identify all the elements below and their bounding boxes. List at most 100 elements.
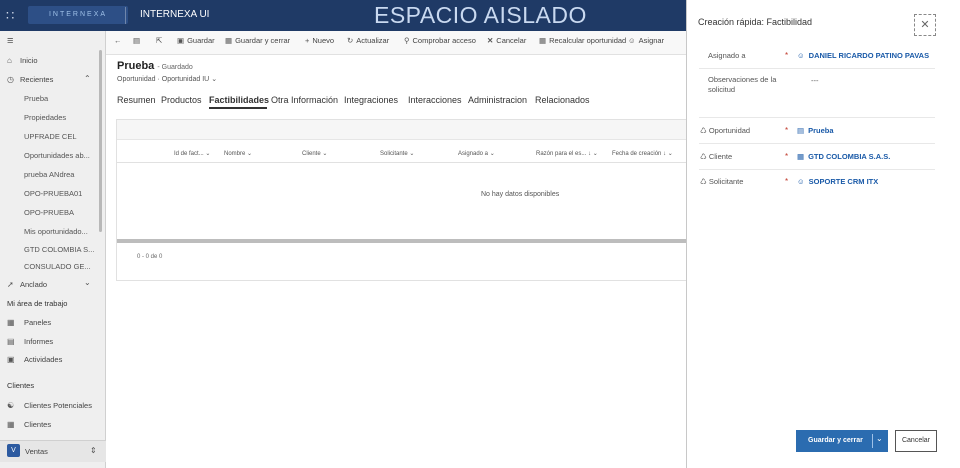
check-access-button[interactable]: ⚲ Comprobar acceso <box>404 36 476 45</box>
user-icon: ☺ <box>628 36 636 45</box>
form-selector[interactable]: Oportunidad IU <box>162 76 209 83</box>
lock-icon: ♺ <box>700 152 707 161</box>
assign-button[interactable]: ☺ Asignar <box>628 36 664 45</box>
plus-icon: + <box>305 36 310 45</box>
chevron-down-icon[interactable]: ⌄ <box>211 76 217 83</box>
save-icon: ▣ <box>177 36 185 45</box>
grid-horizontal-scrollbar[interactable] <box>117 239 687 243</box>
record-set-icon[interactable]: ▤ <box>133 36 140 45</box>
nav-home[interactable]: Inicio <box>20 56 38 65</box>
close-icon[interactable]: ✕ <box>914 14 936 36</box>
refresh-button[interactable]: ↻ Actualizar <box>347 36 389 45</box>
field-divider <box>699 68 935 69</box>
new-button[interactable]: + Nuevo <box>305 36 334 45</box>
activities-icon: ▣ <box>7 355 15 364</box>
recent-item[interactable]: UPFRADE CEL <box>24 132 77 141</box>
client-lookup[interactable]: ▦ GTD COLOMBIA S.A.S. <box>797 152 890 161</box>
nav-scrollbar[interactable] <box>99 50 102 232</box>
search-icon: ⚲ <box>404 36 410 45</box>
split-button-divider <box>872 434 873 448</box>
column-header[interactable]: Razón para el es... ↓ ⌄ <box>536 150 598 157</box>
tab-productos[interactable]: Productos <box>161 95 202 105</box>
observations-field[interactable]: --- <box>811 76 819 85</box>
pin-icon: ➚ <box>7 280 14 289</box>
save-close-icon: ▦ <box>225 36 233 45</box>
recent-item[interactable]: Mis oportunidado... <box>24 227 88 236</box>
chevron-down-icon[interactable]: ⌄ <box>876 434 883 443</box>
nav-activities[interactable]: Actividades <box>24 355 62 364</box>
cancel-command-button[interactable]: ✕ Cancelar <box>487 36 526 45</box>
column-header[interactable]: Nombre ⌄ <box>224 150 252 157</box>
recent-item[interactable]: GTD COLOMBIA S... <box>24 245 94 254</box>
grid-pager: 0 - 0 de 0 <box>137 254 163 260</box>
clients-header: Clientes <box>7 381 35 390</box>
app-launcher-icon[interactable]: ∷ <box>6 8 14 24</box>
nav-pinned[interactable]: Anclado <box>20 280 47 289</box>
nav-leads[interactable]: Clientes Potenciales <box>24 401 92 410</box>
recalculate-button[interactable]: ▦ Recalcular oportunidad <box>539 36 626 45</box>
field-divider <box>699 169 935 170</box>
hamburger-menu-icon[interactable]: ≡ <box>7 35 13 47</box>
workspace-header: Mi área de trabajo <box>7 299 68 308</box>
area-name[interactable]: Ventas <box>25 447 48 456</box>
record-type: Oportunidad · Oportunidad IU ⌄ <box>117 76 218 83</box>
recent-item[interactable]: OPO-PRUEBA01 <box>24 189 82 198</box>
nav-dashboards[interactable]: Paneles <box>24 318 51 327</box>
save-and-close-button[interactable]: Guardar y cerrar <box>796 430 888 452</box>
tab-otra-informacion[interactable]: Otra Información <box>271 95 338 105</box>
reports-icon: ▤ <box>7 337 15 346</box>
recent-item[interactable]: Oportunidades ab... <box>24 151 90 160</box>
clock-icon: ◷ <box>7 75 14 84</box>
field-divider <box>699 117 935 118</box>
quick-create-panel <box>687 0 947 468</box>
chevron-down-icon[interactable]: ⌄ <box>84 278 91 287</box>
opportunity-lookup[interactable]: ▤ Prueba <box>797 126 834 135</box>
record-title: Prueba - Guardado <box>117 60 193 72</box>
column-header[interactable]: Solicitante ⌄ <box>380 150 414 157</box>
column-header[interactable]: Asignado a ⌄ <box>458 150 495 157</box>
save-button[interactable]: ▣ Guardar <box>177 36 215 45</box>
recent-item[interactable]: Prueba <box>24 94 48 103</box>
active-tab-indicator <box>209 107 267 109</box>
close-icon: ✕ <box>487 36 494 45</box>
calculator-icon: ▦ <box>539 36 547 45</box>
subgrid <box>116 119 688 281</box>
save-close-button[interactable]: ▦ Guardar y cerrar <box>225 36 290 45</box>
field-label-observations: Observaciones de la solicitud <box>708 75 777 94</box>
switch-area-icon[interactable]: ⇕ <box>90 446 97 455</box>
required-indicator: * <box>785 177 789 186</box>
nav-reports[interactable]: Informes <box>24 337 53 346</box>
tab-administracion[interactable]: Administracion <box>468 95 527 105</box>
recent-item[interactable]: Propiedades <box>24 113 66 122</box>
required-indicator: * <box>785 126 789 135</box>
tab-factibilidades[interactable]: Factibilidades <box>209 95 269 105</box>
assigned-to-lookup[interactable]: ☺ DANIEL RICARDO PATINO PAVAS <box>797 51 929 60</box>
chevron-up-icon[interactable]: ⌃ <box>84 74 91 83</box>
tab-resumen[interactable]: Resumen <box>117 95 156 105</box>
requester-lookup[interactable]: ☺ SOPORTE CRM ITX <box>797 177 878 186</box>
user-icon: ☺ <box>797 51 805 60</box>
tab-interacciones[interactable]: Interacciones <box>408 95 462 105</box>
recent-item[interactable]: OPO-PRUEBA <box>24 208 74 217</box>
area-badge: V <box>7 444 20 457</box>
back-icon[interactable]: ← <box>114 36 122 45</box>
column-header[interactable]: Id de fact... ⌄ <box>174 150 210 157</box>
column-header[interactable]: Fecha de creación ↓ ⌄ <box>612 150 673 157</box>
entity-name: Oportunidad <box>117 76 156 83</box>
home-icon: ⌂ <box>7 56 12 65</box>
lock-icon: ♺ <box>700 177 707 186</box>
leads-icon: ☯ <box>7 401 15 410</box>
record-icon: ▤ <box>797 126 805 135</box>
recent-item[interactable]: CONSULADO GE... <box>24 262 91 271</box>
column-header[interactable]: Cliente ⌄ <box>302 150 327 157</box>
nav-recent[interactable]: Recientes <box>20 75 53 84</box>
field-label-opportunity: ♺ Oportunidad <box>700 126 751 135</box>
popout-icon[interactable]: ⇱ <box>156 36 162 45</box>
app-name[interactable]: INTERNEXA UI <box>140 9 209 20</box>
nav-accounts[interactable]: Clientes <box>24 420 51 429</box>
user-icon: ☺ <box>797 177 805 186</box>
recent-item[interactable]: prueba ANdrea <box>24 170 74 179</box>
cancel-button[interactable]: Cancelar <box>895 430 937 452</box>
tab-relacionados[interactable]: Relacionados <box>535 95 590 105</box>
tab-integraciones[interactable]: Integraciones <box>344 95 398 105</box>
